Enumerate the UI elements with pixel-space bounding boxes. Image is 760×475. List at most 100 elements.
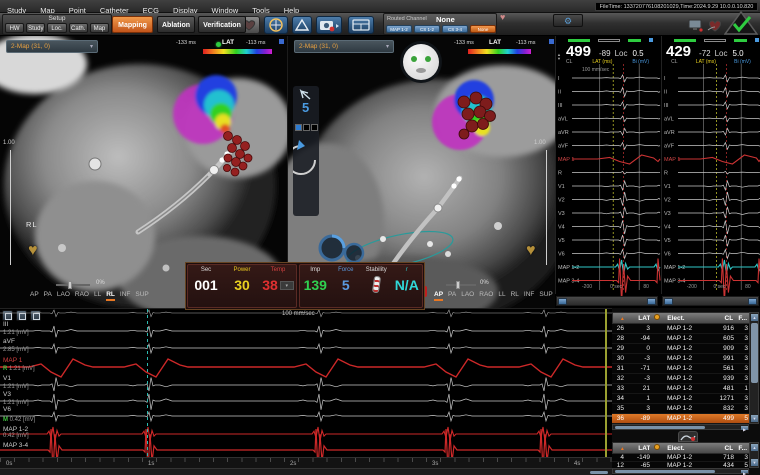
ecg-column-scrollbar[interactable]: [662, 296, 759, 306]
orientation-btn-ll[interactable]: LL: [94, 291, 101, 299]
rotate-ring-icon[interactable]: [293, 138, 319, 198]
patient-orientation-face-icon: [400, 41, 442, 83]
orientation-btn-rl[interactable]: RL: [511, 291, 519, 299]
pen-size-value[interactable]: 5: [302, 100, 309, 115]
table-header[interactable]: ▲LATElect.CLF...: [612, 442, 750, 454]
ecg-hscrollbar[interactable]: [0, 468, 612, 475]
routed-option-cs34[interactable]: CS 3-4: [442, 25, 468, 33]
orientation-btn-ll[interactable]: LL: [498, 291, 505, 299]
lead-label-v4: V4: [664, 225, 671, 231]
lat-colorbar[interactable]: [203, 49, 272, 54]
ablation-label-force: Force: [331, 267, 362, 273]
orientation-btn-rao[interactable]: RAO: [75, 291, 89, 299]
ablation-value-power: 30: [234, 277, 250, 293]
setup-btn-map[interactable]: Map: [90, 23, 109, 33]
setup-btn-loc[interactable]: Loc.: [47, 23, 66, 33]
reference-line: [605, 309, 607, 459]
orientation-btn-lao[interactable]: LAO: [57, 291, 70, 299]
catheter-pin-tab[interactable]: [678, 431, 698, 442]
mode-btn-verification[interactable]: Verification: [198, 16, 246, 33]
table-hscrollbar[interactable]: ▶: [612, 424, 749, 430]
point-row-28[interactable]: 28-94MAP 1-26053: [612, 334, 750, 344]
point-row-36[interactable]: 36-89MAP 1-24995: [612, 414, 750, 424]
settings-gear-button[interactable]: ⚙: [553, 14, 583, 27]
orientation-btn-sup[interactable]: SUP: [539, 291, 552, 299]
map-selector-left[interactable]: 2-Map (31, 0)▾: [6, 40, 98, 53]
mode-btn-ablation[interactable]: Ablation: [157, 16, 195, 33]
snapshot-button[interactable]: [316, 16, 342, 34]
color-swatch-black2[interactable]: [311, 124, 318, 131]
orientation-btn-lao[interactable]: LAO: [461, 291, 474, 299]
lead-label-i: I: [558, 76, 560, 82]
lat-colorbar[interactable]: [468, 49, 531, 54]
table-header[interactable]: ▲LATElect.CLF...: [612, 312, 750, 324]
channel-header: ▲▼499-89Loc0.5CLLAT (ms)Bi (mV): [556, 36, 659, 64]
ablation-field-r: rN/A: [392, 265, 423, 307]
point-row-4[interactable]: 4-149MAP 1-27183: [612, 454, 750, 462]
ecg-channel-column[interactable]: ▲▼499-89Loc0.5CLLAT (ms)Bi (mV)100 mm/se…: [555, 36, 659, 294]
point-row-29[interactable]: 290MAP 1-29093: [612, 344, 750, 354]
ecg-column-scrollbar[interactable]: [556, 296, 658, 306]
opacity-slider[interactable]: [446, 281, 476, 289]
orientation-btn-rl[interactable]: RL: [106, 291, 115, 301]
ecg-channel-column[interactable]: 429-72Loc5.0CLLAT (ms)Bi (mV)IIIIIIaVLaV…: [661, 36, 760, 294]
orientation-heart-icon: ♥: [526, 242, 536, 260]
lead-gain-v1: 1.21 [mV]: [3, 384, 29, 390]
map-selector-middle[interactable]: 2-Map (31, 0)▾: [294, 40, 394, 53]
ablation-field-sec: Sec001: [188, 265, 224, 307]
heart-status-icon: ♥: [500, 12, 505, 22]
point-row-31[interactable]: 31-71MAP 1-25613: [612, 364, 750, 374]
triangle-tool-button[interactable]: [292, 16, 312, 34]
column-icon: [654, 444, 660, 450]
orientation-btn-inf[interactable]: INF: [524, 291, 534, 299]
opacity-slider[interactable]: [56, 281, 90, 289]
color-swatch-blue[interactable]: [295, 124, 302, 131]
point-row-34[interactable]: 341MAP 1-212713: [612, 394, 750, 404]
filetime-display: FileTime: 133720776108201029,Time:2024.9…: [595, 2, 758, 11]
orientation-btn-sup[interactable]: SUP: [135, 291, 148, 299]
time-cursor[interactable]: [147, 309, 148, 457]
setup-btn-hw[interactable]: HW: [5, 23, 24, 33]
orientation-btn-pa[interactable]: PA: [44, 291, 52, 299]
orientation-btn-inf[interactable]: INF: [120, 291, 130, 299]
point-row-26[interactable]: 263MAP 1-29163: [612, 324, 750, 334]
point-row-35[interactable]: 353MAP 1-28323: [612, 404, 750, 414]
point-row-33[interactable]: 3321MAP 1-24811: [612, 384, 750, 394]
lead-label-avr: aVR: [558, 130, 569, 136]
maximize-view-button[interactable]: [279, 39, 284, 44]
routed-option-none[interactable]: None: [470, 25, 496, 33]
points-tables-panel: ▲LATElect.CLF...263MAP 1-2916328-94MAP 1…: [612, 308, 760, 475]
colorbar-max: -113 ms: [516, 40, 535, 46]
loc-label: Loc: [615, 49, 628, 58]
setup-buttons: HWStudyLoc.Cath.Map: [4, 23, 110, 33]
layout-button[interactable]: [348, 16, 374, 34]
orientation-btn-pa[interactable]: PA: [448, 291, 456, 299]
scale-value: 1.00: [534, 140, 546, 146]
setup-btn-study[interactable]: Study: [26, 23, 45, 33]
cycle-length-value: 429: [666, 43, 691, 60]
ecg-tool-icon-1[interactable]: [2, 310, 13, 321]
ecg-tool-icon-2[interactable]: [16, 310, 27, 321]
table2-hscrollbar[interactable]: ▶: [612, 468, 749, 474]
steering-button[interactable]: [264, 16, 288, 34]
routed-option-map12[interactable]: MAP 1-2: [386, 25, 412, 33]
point-row-30[interactable]: 30-3MAP 1-29913: [612, 354, 750, 364]
orientation-btn-rao[interactable]: RAO: [479, 291, 493, 299]
lead-label-map1-2: MAP 1-2: [664, 265, 685, 271]
lead-label-r: R: [558, 171, 562, 177]
mode-btn-mapping[interactable]: Mapping: [112, 16, 153, 33]
table-vscrollbar[interactable]: ▲ ▼: [749, 312, 759, 424]
temp-dropdown[interactable]: ▾: [280, 281, 294, 290]
maximize-view-button[interactable]: [549, 39, 554, 44]
orientation-btn-ap[interactable]: AP: [30, 291, 39, 299]
color-swatch-black1[interactable]: [303, 124, 310, 131]
routed-option-cs12[interactable]: CS 1-2: [414, 25, 440, 33]
table2-vscrollbar[interactable]: ▲ ▼: [749, 442, 759, 468]
view-tools-panel: 5: [293, 86, 319, 216]
point-row-32[interactable]: 32-3MAP 1-29393: [612, 374, 750, 384]
svg-text:0 sec: 0 sec: [610, 284, 622, 290]
setup-btn-cath[interactable]: Cath.: [69, 23, 88, 33]
ablation-value-imp: 139: [304, 277, 327, 293]
orientation-btn-ap[interactable]: AP: [434, 291, 443, 301]
ecg-tool-icon-3[interactable]: [30, 310, 41, 321]
